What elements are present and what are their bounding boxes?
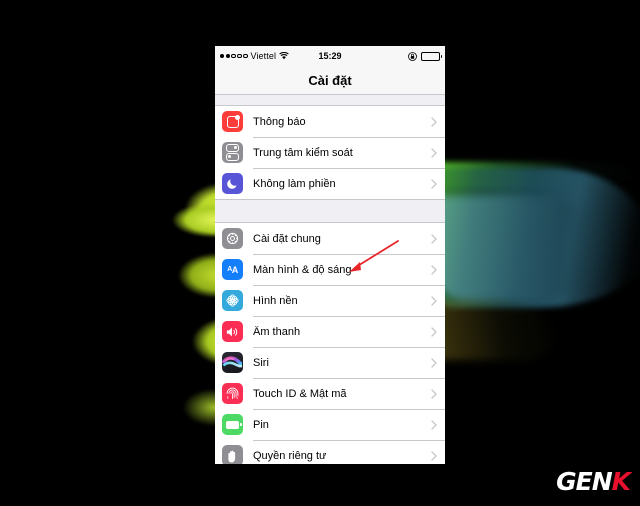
chevron-right-icon xyxy=(427,357,441,368)
wifi-icon xyxy=(279,52,289,60)
carrier-label: Viettel xyxy=(250,51,277,61)
status-bar: Viettel 15:29 xyxy=(215,46,445,66)
display-brightness-icon: AA xyxy=(222,259,243,280)
genk-watermark-text: GEN xyxy=(556,467,613,496)
settings-row-display-brightness[interactable]: AA Màn hình & độ sáng xyxy=(215,254,445,285)
settings-row-label: Cài đặt chung xyxy=(253,232,321,245)
battery-icon xyxy=(421,51,442,61)
list-top-gap xyxy=(215,95,445,105)
chevron-right-icon xyxy=(427,295,441,306)
chevron-right-icon xyxy=(427,147,441,158)
chevron-right-icon xyxy=(427,178,441,189)
siri-icon xyxy=(222,352,243,373)
chevron-right-icon xyxy=(427,116,441,127)
control-center-icon xyxy=(222,142,243,163)
genk-watermark: GENK xyxy=(556,467,631,496)
settings-row-privacy[interactable]: Quyền riêng tư xyxy=(215,440,445,464)
sounds-speaker-icon xyxy=(222,321,243,342)
settings-row-label: Quyền riêng tư xyxy=(253,449,327,462)
background-plant-right-highlight xyxy=(436,196,611,301)
rotation-lock-icon xyxy=(408,51,417,61)
settings-list: Thông báo Trung tâm kiểm soát Không làm … xyxy=(215,95,445,464)
settings-row-label: Trung tâm kiểm soát xyxy=(253,146,353,159)
list-section-gap xyxy=(215,200,445,222)
chevron-right-icon xyxy=(427,450,441,461)
settings-row-general[interactable]: Cài đặt chung xyxy=(215,223,445,254)
screenshot-canvas: Viettel 15:29 Cài đặt Thông báo Trung tâ… xyxy=(0,0,640,506)
settings-row-label: Hình nền xyxy=(253,294,298,307)
settings-group-2: Cài đặt chung AA Màn hình & độ sáng Hình… xyxy=(215,222,445,464)
settings-row-touch-id[interactable]: Touch ID & Mật mã xyxy=(215,378,445,409)
privacy-hand-icon xyxy=(222,445,243,464)
settings-row-label: Touch ID & Mật mã xyxy=(253,387,347,400)
settings-row-siri[interactable]: Siri xyxy=(215,347,445,378)
status-bar-right xyxy=(408,51,442,61)
settings-row-notifications[interactable]: Thông báo xyxy=(215,106,445,137)
chevron-right-icon xyxy=(427,388,441,399)
status-bar-left: Viettel xyxy=(220,51,289,61)
chevron-right-icon xyxy=(427,233,441,244)
notifications-icon xyxy=(222,111,243,132)
background-plant-right-lower xyxy=(436,300,556,360)
chevron-right-icon xyxy=(427,419,441,430)
touch-id-fingerprint-icon xyxy=(222,383,243,404)
wallpaper-icon xyxy=(222,290,243,311)
settings-row-label: Siri xyxy=(253,356,269,369)
nav-bar: Cài đặt xyxy=(215,66,445,95)
battery-settings-icon xyxy=(222,414,243,435)
settings-group-1: Thông báo Trung tâm kiểm soát Không làm … xyxy=(215,105,445,200)
settings-row-battery[interactable]: Pin xyxy=(215,409,445,440)
general-gear-icon xyxy=(222,228,243,249)
settings-row-label: Thông báo xyxy=(253,115,306,128)
phone-screenshot: Viettel 15:29 Cài đặt Thông báo Trung tâ… xyxy=(215,46,445,464)
settings-row-label: Pin xyxy=(253,418,269,431)
settings-row-label: Không làm phiền xyxy=(253,177,336,190)
settings-row-wallpaper[interactable]: Hình nền xyxy=(215,285,445,316)
do-not-disturb-icon xyxy=(222,173,243,194)
settings-row-label: Âm thanh xyxy=(253,325,301,338)
page-title: Cài đặt xyxy=(308,72,352,88)
settings-row-label: Màn hình & độ sáng xyxy=(253,263,352,276)
chevron-right-icon xyxy=(427,264,441,275)
signal-strength-icon xyxy=(220,53,248,59)
settings-row-sounds[interactable]: Âm thanh xyxy=(215,316,445,347)
settings-row-control-center[interactable]: Trung tâm kiểm soát xyxy=(215,137,445,168)
chevron-right-icon xyxy=(427,326,441,337)
settings-row-do-not-disturb[interactable]: Không làm phiền xyxy=(215,168,445,199)
genk-watermark-accent: K xyxy=(611,467,631,496)
